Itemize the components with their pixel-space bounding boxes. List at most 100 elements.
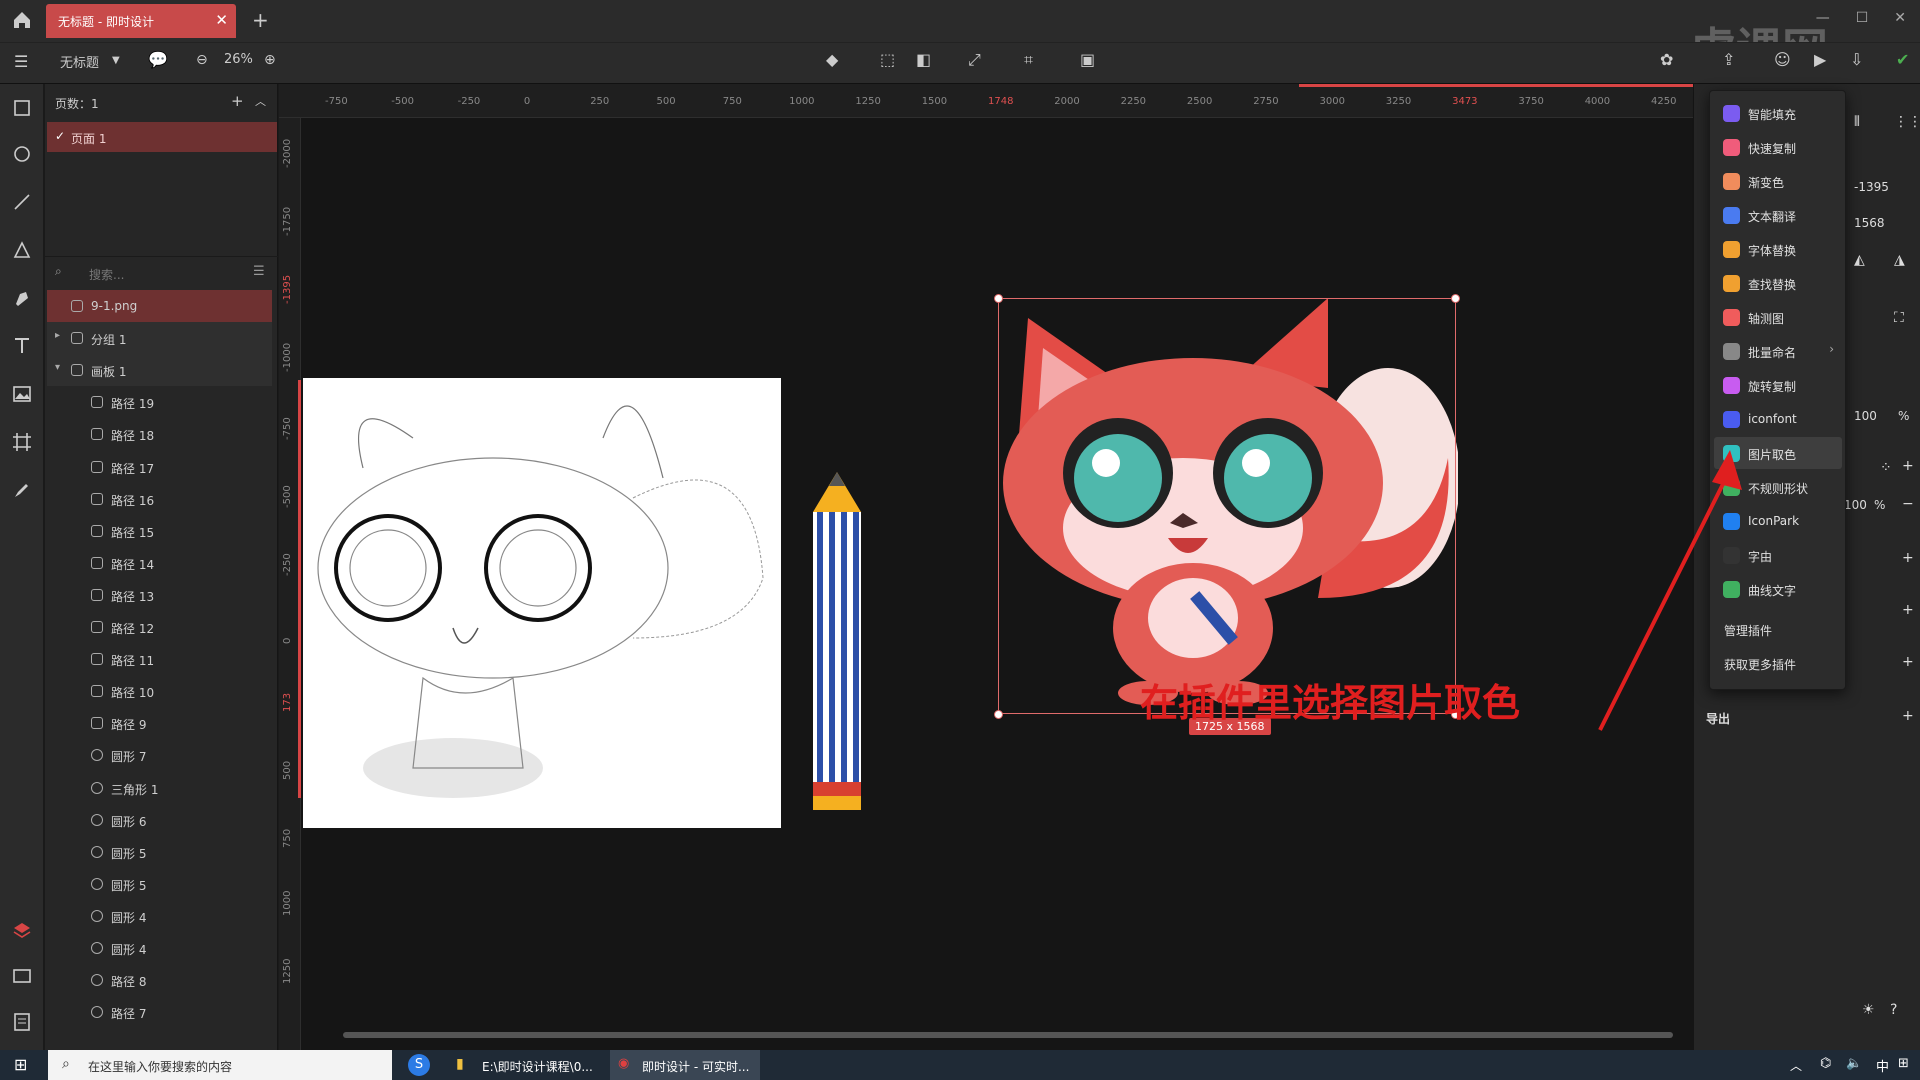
windows-start-icon[interactable]: ⊞: [14, 1055, 27, 1074]
help-icon[interactable]: ?: [1890, 1002, 1897, 1018]
layer-item[interactable]: 路径 11: [47, 643, 272, 675]
file-name-dropdown[interactable]: 无标题: [60, 52, 99, 71]
ime-mode-icon[interactable]: ⊞: [1898, 1056, 1909, 1071]
plugin-item[interactable]: 快速复制: [1714, 131, 1842, 163]
horizontal-scrollbar[interactable]: [343, 1032, 1673, 1038]
triangle-tool-icon[interactable]: [10, 238, 34, 262]
plugin-item[interactable]: 渐变色: [1714, 165, 1842, 197]
brush-tool-icon[interactable]: [10, 478, 34, 502]
close-window-icon[interactable]: ✕: [1894, 10, 1906, 26]
layer-item[interactable]: 路径 10: [47, 675, 272, 707]
library-icon[interactable]: [10, 1010, 34, 1034]
rectangle-tool-icon[interactable]: [10, 96, 34, 120]
minimize-icon[interactable]: —: [1816, 10, 1830, 26]
opacity-value[interactable]: 100: [1854, 409, 1877, 423]
layer-item[interactable]: 圆形 4: [47, 900, 272, 932]
plugin-item[interactable]: 轴测图: [1714, 301, 1842, 333]
new-tab-button[interactable]: +: [252, 8, 269, 32]
add-shadow-icon[interactable]: +: [1902, 602, 1914, 618]
crop-icon[interactable]: ⌗: [1024, 50, 1033, 70]
expand-icon[interactable]: ▸: [55, 330, 60, 341]
layer-item[interactable]: 路径 12: [47, 611, 272, 643]
layer-item[interactable]: 9-1.png: [47, 290, 272, 322]
flip-vertical-icon[interactable]: ◮: [1894, 252, 1905, 268]
tray-chevron-icon[interactable]: ︿: [1790, 1057, 1802, 1074]
fill-opacity-value[interactable]: 100: [1844, 498, 1867, 512]
plugin-item[interactable]: 旋转复制: [1714, 369, 1842, 401]
home-icon[interactable]: [8, 6, 36, 34]
layer-item[interactable]: 圆形 7: [47, 739, 272, 771]
assets-icon[interactable]: [10, 964, 34, 988]
image-tool-icon[interactable]: [10, 382, 34, 406]
ellipse-tool-icon[interactable]: [10, 142, 34, 166]
layer-item[interactable]: 路径 16: [47, 483, 272, 515]
layer-item[interactable]: 路径 9: [47, 707, 272, 739]
layer-item[interactable]: 路径 14: [47, 547, 272, 579]
layer-item[interactable]: 路径 8: [47, 964, 272, 996]
layer-item[interactable]: 圆形 5: [47, 868, 272, 900]
plugin-item[interactable]: iconfont: [1714, 403, 1842, 435]
maximize-icon[interactable]: ☐: [1856, 10, 1869, 26]
ime-icon[interactable]: 中: [1876, 1056, 1889, 1075]
taskbar-search[interactable]: ⌕ 在这里输入你要搜索的内容: [48, 1050, 392, 1080]
zoom-in-icon[interactable]: ⊕: [264, 52, 276, 68]
selection-box[interactable]: [998, 298, 1456, 714]
browser-icon[interactable]: S: [408, 1054, 430, 1076]
layer-item[interactable]: 圆形 4: [47, 932, 272, 964]
expand-icon[interactable]: ▾: [55, 362, 60, 373]
boolean-icon[interactable]: ◧: [916, 50, 931, 69]
close-icon[interactable]: ✕: [215, 11, 228, 29]
layer-item[interactable]: 圆形 6: [47, 804, 272, 836]
layer-item[interactable]: ▸ 分组 1: [47, 322, 272, 355]
taskbar-app-design[interactable]: ◉ 即时设计 - 可实时...: [610, 1050, 760, 1080]
layer-item[interactable]: 路径 19: [47, 386, 272, 418]
layer-search-input[interactable]: 搜索...: [89, 266, 124, 283]
layer-item[interactable]: ▾ 画板 1: [47, 354, 272, 387]
text-tool-icon[interactable]: [10, 334, 34, 358]
grid-icon[interactable]: ⋮⋮: [1894, 114, 1920, 130]
menu-icon[interactable]: ☰: [14, 52, 28, 71]
filter-icon[interactable]: ☰: [253, 264, 265, 279]
zoom-out-icon[interactable]: ⊖: [196, 52, 208, 68]
frame-icon[interactable]: ⬚: [880, 50, 895, 69]
add-fill-icon[interactable]: +: [1902, 458, 1914, 474]
add-stroke-icon[interactable]: +: [1902, 550, 1914, 566]
theme-icon[interactable]: ☀: [1862, 1002, 1875, 1018]
plugin-item[interactable]: 查找替换: [1714, 267, 1842, 299]
layer-item[interactable]: 路径 18: [47, 418, 272, 450]
style-icon[interactable]: ⁘: [1880, 460, 1892, 476]
pencil-image[interactable]: [809, 472, 865, 824]
play-icon[interactable]: ▶: [1814, 50, 1826, 69]
network-icon[interactable]: ⌬: [1820, 1056, 1831, 1071]
page-item[interactable]: ✓ 页面 1: [47, 122, 277, 152]
taskbar-search-input[interactable]: 在这里输入你要搜索的内容: [88, 1058, 232, 1075]
layers-icon[interactable]: [10, 918, 34, 942]
chevron-down-icon[interactable]: ▼: [112, 55, 120, 66]
document-tab[interactable]: 无标题 - 即时设计 ✕: [46, 4, 236, 38]
add-page-icon[interactable]: +: [231, 92, 244, 110]
artboard-tool-icon[interactable]: [10, 430, 34, 454]
plugin-item[interactable]: 批量命名 ›: [1714, 335, 1842, 367]
layer-item[interactable]: 路径 13: [47, 579, 272, 611]
plugin-item[interactable]: 字体替换: [1714, 233, 1842, 265]
canvas[interactable]: -750 -500 -250 0 250 500 750 1000 1250 1500 1748 20…: [279, 84, 1693, 1050]
resize-icon[interactable]: ⤢: [968, 50, 981, 70]
plugin-item[interactable]: 文本翻译: [1714, 199, 1842, 231]
share-icon[interactable]: ⇪: [1722, 50, 1735, 69]
taskbar-app-explorer[interactable]: ▮ E:\即时设计课程\0...: [448, 1050, 598, 1080]
layer-item[interactable]: 路径 7: [47, 996, 272, 1028]
plugin-icon[interactable]: ✿: [1660, 50, 1673, 69]
export-icon[interactable]: ⇩: [1850, 50, 1863, 69]
user-icon[interactable]: ☺: [1774, 50, 1791, 69]
plugin-item[interactable]: 智能填充: [1714, 97, 1842, 129]
component-icon[interactable]: ◆: [826, 50, 838, 69]
comment-icon[interactable]: 💬: [148, 50, 168, 69]
pen-tool-icon[interactable]: [10, 286, 34, 310]
resize-handle-tl[interactable]: [994, 294, 1003, 303]
line-tool-icon[interactable]: [10, 190, 34, 214]
layer-item[interactable]: 路径 15: [47, 515, 272, 547]
zoom-level[interactable]: 26%: [224, 52, 253, 67]
fullscreen-icon[interactable]: ⛶: [1894, 310, 1904, 326]
y-position-value[interactable]: 1568: [1854, 216, 1885, 230]
sketch-artboard[interactable]: [303, 378, 781, 828]
